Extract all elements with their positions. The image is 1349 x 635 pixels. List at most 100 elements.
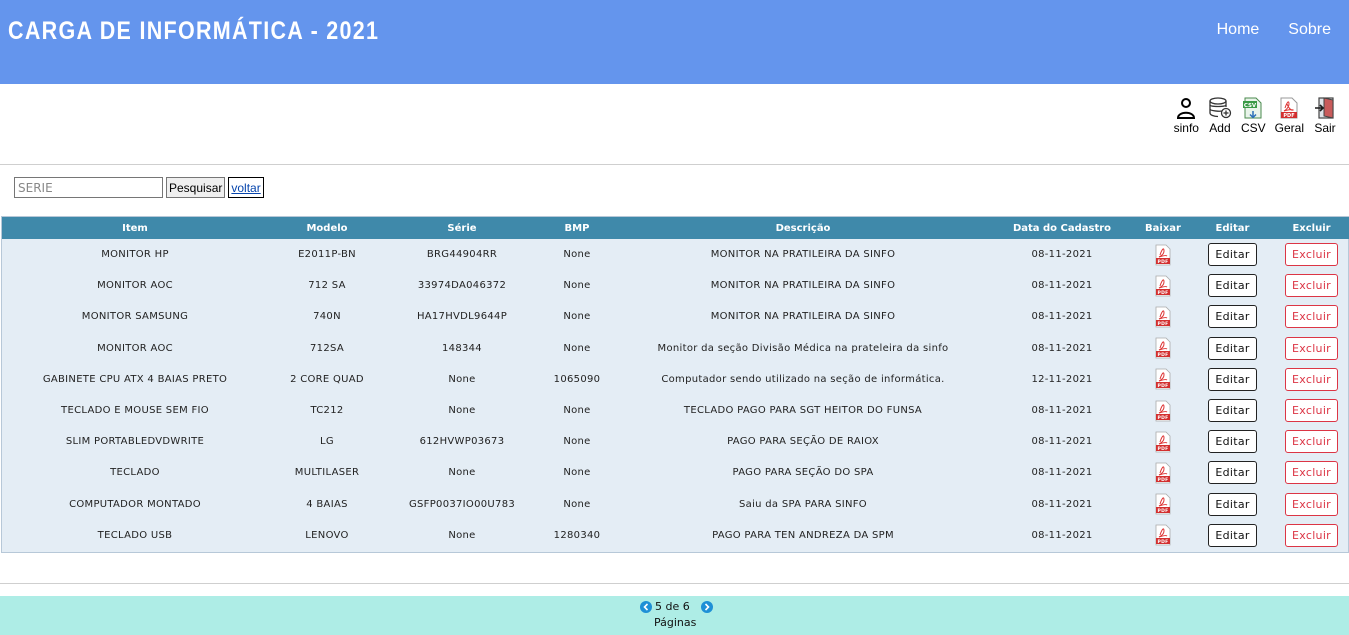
cell-description: PAGO PARA SEÇÃO DE RAIOX [727, 436, 879, 448]
cell-serial: None [448, 529, 476, 541]
cell-item: TECLADO [110, 467, 160, 479]
csv-label: CSV [1240, 121, 1266, 135]
cell-item: SLIM PORTABLEDVDWRITE [65, 436, 205, 448]
cell-date: 08-11-2021 [1031, 467, 1093, 479]
svg-text:PDF: PDF [1157, 383, 1168, 389]
delete-button[interactable]: Excluir [1284, 399, 1339, 423]
back-link[interactable]: voltar [228, 177, 264, 198]
cell-date: 08-11-2021 [1031, 249, 1093, 261]
table-row: GABINETE CPU ATX 4 BAIAS PRETO 2 CORE QUA… [2, 364, 1349, 395]
cell-serial: 33974DA046372 [417, 280, 507, 292]
nav-about-link[interactable]: Sobre [1288, 21, 1331, 39]
nav-home-link[interactable]: Home [1217, 21, 1260, 39]
bottom-divider [0, 583, 1349, 584]
cell-model: 712SA [310, 342, 344, 354]
pdf-download-icon[interactable]: PDF [1154, 493, 1172, 515]
pdf-download-icon[interactable]: PDF [1154, 275, 1172, 297]
cell-item: MONITOR AOC [97, 342, 173, 354]
cell-download: PDF [1134, 395, 1192, 426]
edit-button[interactable]: Editar [1208, 336, 1257, 360]
delete-button[interactable]: Excluir [1284, 430, 1339, 454]
cell-description: MONITOR NA PRATILEIRA DA SINFO [710, 280, 896, 292]
delete-button[interactable]: Excluir [1284, 523, 1339, 547]
pdf-file-icon: PDF [1280, 97, 1298, 119]
cell-edit: Editar [1192, 301, 1273, 332]
cell-model: 4 BAIAS [306, 498, 348, 510]
edit-button[interactable]: Editar [1208, 523, 1257, 547]
edit-button[interactable]: Editar [1208, 305, 1257, 329]
cell-serial: GSFP0037IO00U783 [408, 498, 516, 510]
cell-bmp: None [563, 342, 591, 354]
csv-button[interactable]: CSV CSV [1241, 96, 1266, 135]
user-icon [1177, 98, 1196, 119]
cell-bmp: None [563, 280, 591, 292]
cell-description: MONITOR NA PRATILEIRA DA SINFO [710, 311, 896, 323]
delete-button[interactable]: Excluir [1284, 274, 1339, 298]
cell-delete: Excluir [1273, 364, 1349, 395]
svg-text:PDF: PDF [1157, 477, 1168, 483]
pagination-footer: 5 de 6 Páginas [0, 596, 1349, 635]
pdf-download-icon[interactable]: PDF [1154, 462, 1172, 484]
cell-serial: 612HVWP03673 [419, 436, 505, 448]
cell-bmp: None [563, 249, 591, 261]
pdf-download-icon[interactable]: PDF [1154, 400, 1172, 422]
next-page-button[interactable] [700, 600, 713, 613]
cell-delete: Excluir [1273, 426, 1349, 457]
pdf-download-icon[interactable]: PDF [1154, 524, 1172, 546]
table-row: MONITOR AOC 712SA 148344 None Monitor da seç… [2, 333, 1349, 364]
col-header-item[interactable]: Item [2, 217, 268, 239]
cell-edit: Editar [1192, 364, 1273, 395]
pdf-download-icon[interactable]: PDF [1154, 244, 1172, 266]
general-pdf-button[interactable]: PDF Geral [1275, 96, 1304, 135]
cell-download: PDF [1134, 457, 1192, 488]
delete-button[interactable]: Excluir [1284, 305, 1339, 329]
cell-download: PDF [1134, 270, 1192, 301]
pdf-download-icon[interactable]: PDF [1154, 368, 1172, 390]
edit-button[interactable]: Editar [1208, 461, 1257, 485]
edit-button[interactable]: Editar [1208, 367, 1257, 391]
exit-button[interactable]: Sair [1313, 96, 1337, 135]
svg-text:PDF: PDF [1157, 290, 1168, 296]
serial-search-input[interactable] [14, 177, 163, 198]
pdf-download-icon[interactable]: PDF [1154, 431, 1172, 453]
edit-button[interactable]: Editar [1208, 399, 1257, 423]
delete-button[interactable]: Excluir [1284, 243, 1339, 267]
cell-model: E2011P-BN [298, 249, 356, 261]
col-header-model[interactable]: Modelo [268, 217, 386, 239]
exit-label: Sair [1314, 121, 1336, 135]
cell-download: PDF [1134, 239, 1192, 270]
col-header-bmp[interactable]: BMP [538, 217, 616, 239]
prev-page-button[interactable] [640, 600, 652, 613]
delete-button[interactable]: Excluir [1284, 492, 1339, 516]
edit-button[interactable]: Editar [1208, 492, 1257, 516]
pages-label: Páginas [654, 616, 697, 629]
user-button[interactable]: sinfo [1174, 96, 1199, 135]
svg-text:PDF: PDF [1284, 113, 1295, 119]
table-row: MONITOR HP E2011P-BN BRG44904RR None MONITOR… [2, 239, 1349, 270]
arrow-right-icon [704, 602, 710, 611]
edit-button[interactable]: Editar [1208, 274, 1257, 298]
cell-delete: Excluir [1273, 395, 1349, 426]
svg-text:PDF: PDF [1157, 321, 1168, 327]
cell-item: MONITOR HP [101, 249, 169, 261]
cell-edit: Editar [1192, 239, 1273, 270]
add-button[interactable]: Add [1208, 96, 1232, 135]
pdf-download-icon[interactable]: PDF [1154, 306, 1172, 328]
col-header-description[interactable]: Descrição [616, 217, 990, 239]
delete-button[interactable]: Excluir [1284, 461, 1339, 485]
edit-button[interactable]: Editar [1208, 243, 1257, 267]
edit-button[interactable]: Editar [1208, 430, 1257, 454]
col-header-serial[interactable]: Série [386, 217, 538, 239]
action-toolbar: sinfo Add CSV CSV PDF Geral Sair [1174, 96, 1337, 135]
cell-serial: BRG44904RR [426, 249, 498, 261]
delete-button[interactable]: Excluir [1284, 336, 1339, 360]
top-nav: Home Sobre [1217, 21, 1331, 39]
table-row: COMPUTADOR MONTADO 4 BAIAS GSFP0037IO00U78… [2, 489, 1349, 520]
cell-description: MONITOR NA PRATILEIRA DA SINFO [710, 249, 896, 261]
col-header-date[interactable]: Data do Cadastro [990, 217, 1134, 239]
table-header-row: Item Modelo Série BMP Descrição Data do … [2, 217, 1349, 239]
pdf-download-icon[interactable]: PDF [1154, 337, 1172, 359]
cell-download: PDF [1134, 426, 1192, 457]
delete-button[interactable]: Excluir [1284, 367, 1339, 391]
search-button[interactable]: Pesquisar [166, 177, 226, 198]
